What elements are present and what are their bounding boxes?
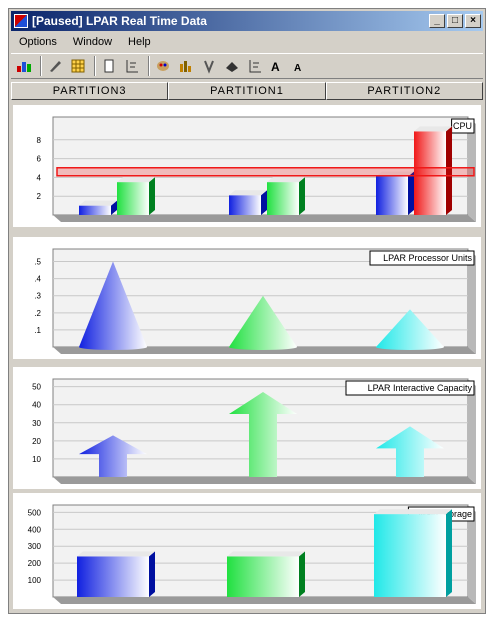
window-title: [Paused] LPAR Real Time Data <box>32 14 207 28</box>
bar-top <box>79 200 117 206</box>
y-tick-label: 400 <box>28 525 42 534</box>
bar <box>227 556 299 597</box>
y-tick-label: 40 <box>32 401 41 410</box>
legend-icon[interactable] <box>245 56 265 76</box>
y-tick-label: 8 <box>37 136 42 145</box>
toolbar-separator <box>40 56 42 76</box>
y-tick-label: .3 <box>34 292 41 301</box>
y-tick-label: 2 <box>37 192 42 201</box>
chart-svg: 2 4 6 8 CPU <box>37 116 476 222</box>
y-tick-label: 50 <box>32 383 41 392</box>
bar <box>229 195 261 215</box>
y-tick-label: .1 <box>34 326 41 335</box>
y-tick-label: .4 <box>34 275 41 284</box>
cone-base <box>376 344 444 350</box>
font-grow-icon[interactable]: A <box>268 56 288 76</box>
bar-side <box>408 171 414 215</box>
bar-side <box>299 551 305 597</box>
partition-tabs: PARTITION3 PARTITION1 PARTITION2 <box>11 82 483 100</box>
y-tick-label: 20 <box>32 437 41 446</box>
y-tick-label: 10 <box>32 455 41 464</box>
plot-floor <box>53 597 476 604</box>
chart-title: LPAR Processor Units <box>383 253 472 263</box>
chart-panel: 100200300400500Main Storage <box>13 493 481 609</box>
y-tick-label: .5 <box>34 258 41 267</box>
bar-top <box>229 190 267 196</box>
bar <box>374 514 446 597</box>
plot-floor <box>53 215 476 222</box>
bar-top <box>117 177 155 183</box>
chart-svg: 10 20 30 40 50 LPAR Interactive Capacity <box>32 378 476 484</box>
cone-base <box>229 344 297 350</box>
tab-partition3[interactable]: PARTITION3 <box>11 82 169 100</box>
minimize-button[interactable]: _ <box>429 14 445 28</box>
page-icon[interactable] <box>99 56 119 76</box>
bar-top <box>414 126 452 132</box>
bar-top <box>227 551 305 557</box>
y-tick-label: 200 <box>28 559 42 568</box>
chart-svg: 100200300400500Main Storage <box>28 504 476 604</box>
chart-panel: .1 .2 .3 .4 .5 LPAR Processor Units <box>13 237 481 359</box>
y-tick-label: 100 <box>28 576 42 585</box>
title-bar[interactable]: [Paused] LPAR Real Time Data _ □ × <box>11 11 483 31</box>
3d-icon[interactable] <box>222 56 242 76</box>
y-tick-label: 6 <box>37 155 42 164</box>
cone-base <box>79 344 147 350</box>
chart-panel: 2 4 6 8 CPU <box>13 105 481 227</box>
svg-text:A: A <box>294 63 301 74</box>
chart-title: CPU <box>453 121 472 131</box>
tab-partition2[interactable]: PARTITION2 <box>325 82 483 100</box>
bar-side <box>299 177 305 215</box>
toolbar-separator <box>148 56 150 76</box>
y-tick-label: 4 <box>37 173 42 182</box>
bar-top <box>267 177 305 183</box>
chart-svg: .1 .2 .3 .4 .5 LPAR Processor Units <box>34 248 476 354</box>
menu-window[interactable]: Window <box>65 36 120 48</box>
chart-panel: 10 20 30 40 50 LPAR Interactive Capacity <box>13 367 481 489</box>
close-button[interactable]: × <box>465 14 481 28</box>
menu-options[interactable]: Options <box>11 36 65 48</box>
tab-partition1[interactable]: PARTITION1 <box>168 82 326 100</box>
grid-icon[interactable] <box>68 56 88 76</box>
svg-text:A: A <box>271 60 280 74</box>
y-tick-label: .2 <box>34 309 41 318</box>
menu-bar: Options Window Help <box>11 33 483 51</box>
bar-side <box>149 551 155 597</box>
palette-icon[interactable] <box>153 56 173 76</box>
bar <box>117 182 149 215</box>
threshold-line <box>56 167 475 177</box>
font-shrink-icon[interactable]: A <box>291 56 311 76</box>
bar-chart-icon[interactable] <box>176 56 196 76</box>
pen-icon[interactable] <box>45 56 65 76</box>
bar-side <box>149 177 155 215</box>
bar-top <box>77 551 155 557</box>
bar <box>376 176 408 215</box>
toolbar: A A <box>11 53 483 79</box>
menu-help[interactable]: Help <box>120 36 159 48</box>
app-window: [Paused] LPAR Real Time Data _ □ × Optio… <box>8 8 486 614</box>
plot-floor <box>53 477 476 484</box>
bar <box>267 182 299 215</box>
toolbar-separator <box>94 56 96 76</box>
maximize-button[interactable]: □ <box>447 14 463 28</box>
tree-icon[interactable] <box>122 56 142 76</box>
bar-top <box>374 509 452 515</box>
chart-type-icon[interactable] <box>14 56 34 76</box>
app-icon <box>14 14 28 28</box>
y-tick-label: 500 <box>28 508 42 517</box>
y-tick-label: 300 <box>28 542 42 551</box>
y-tick-label: 30 <box>32 419 41 428</box>
axis-icon[interactable] <box>199 56 219 76</box>
bar <box>77 556 149 597</box>
bar-side <box>446 509 452 597</box>
chart-title: LPAR Interactive Capacity <box>368 383 473 393</box>
bar <box>79 205 111 215</box>
